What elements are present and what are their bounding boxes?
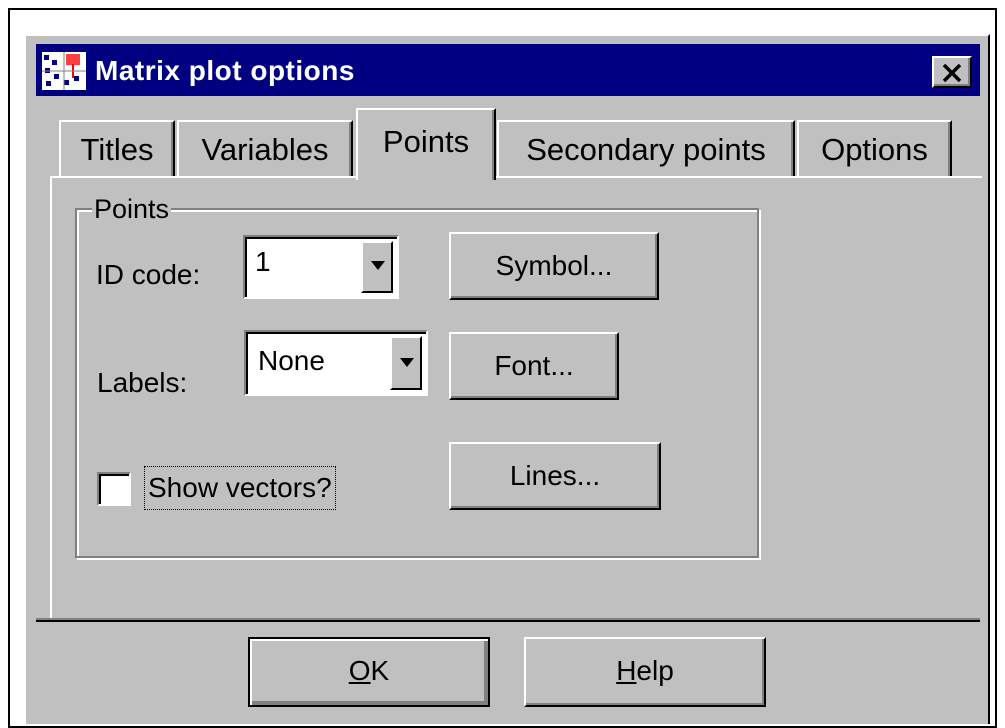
id-code-label: ID code: [96, 259, 201, 290]
lines-button[interactable]: Lines... [449, 442, 661, 510]
window-title: Matrix plot options [95, 55, 355, 86]
chevron-down-icon [400, 358, 414, 367]
tab-secondary-points[interactable]: Secondary points [497, 120, 795, 176]
matrix-plot-app-icon [42, 52, 86, 90]
points-group-label: Points [92, 193, 172, 225]
tab-variables-label: Variables [201, 132, 329, 167]
footer-separator [36, 620, 980, 622]
chevron-down-icon [371, 261, 385, 270]
font-button[interactable]: Font... [449, 332, 619, 400]
tab-variables[interactable]: Variables [177, 120, 353, 176]
tab-titles-label: Titles [80, 132, 154, 167]
tab-options[interactable]: Options [797, 120, 952, 176]
font-button-label: Font... [494, 350, 574, 381]
help-button[interactable]: Help [524, 637, 766, 707]
id-code-select[interactable]: 1 [243, 235, 399, 299]
close-button[interactable] [932, 56, 972, 88]
ok-mnemonic: O [348, 655, 371, 686]
labels-value: None [258, 345, 325, 376]
tab-titles[interactable]: Titles [59, 120, 175, 176]
help-rest: elp [636, 655, 674, 686]
help-mnemonic: H [616, 655, 637, 686]
lines-button-label: Lines... [509, 460, 601, 491]
tab-top-line [50, 176, 356, 178]
close-x-icon [942, 63, 962, 83]
id-code-value: 1 [255, 246, 271, 277]
ok-rest: K [370, 655, 390, 686]
tab-top-line-right [497, 176, 982, 178]
id-code-dropdown-button[interactable] [361, 241, 393, 293]
show-vectors-checkbox[interactable] [97, 472, 131, 506]
tab-options-label: Options [821, 132, 928, 167]
labels-label: Labels: [97, 367, 188, 398]
symbol-button[interactable]: Symbol... [449, 232, 659, 300]
symbol-button-label: Symbol... [495, 250, 613, 281]
ok-button[interactable]: OK [248, 637, 490, 707]
tab-points-label: Points [382, 124, 470, 159]
tab-points[interactable]: Points [356, 108, 496, 180]
tab-secondary-points-label: Secondary points [526, 132, 766, 167]
labels-select[interactable]: None [244, 330, 428, 396]
show-vectors-label[interactable]: Show vectors? [144, 466, 336, 510]
ok-button-label: OK [349, 655, 389, 686]
help-button-label: Help [616, 655, 674, 686]
labels-dropdown-button[interactable] [390, 336, 422, 390]
